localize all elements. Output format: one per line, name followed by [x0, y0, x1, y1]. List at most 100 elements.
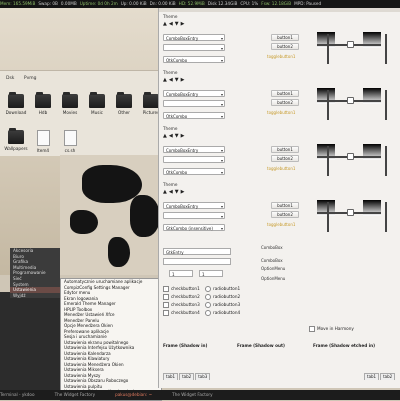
file-icon-item[interactable]: Music	[84, 92, 110, 115]
combo-box[interactable]: ▾	[163, 212, 225, 219]
check-button[interactable]: checkbutton1	[163, 286, 200, 292]
folder-icon	[143, 92, 159, 108]
button-1[interactable]: button1	[271, 34, 299, 41]
check-label: checkbutton2	[171, 294, 200, 299]
file-label: Music	[91, 110, 103, 115]
file-icon-item[interactable]: cs.sh	[57, 130, 83, 153]
combo-text: OtkCombo	[166, 58, 188, 63]
tab-1[interactable]: tab1	[163, 373, 179, 380]
radio-button[interactable]: radiobutton2	[205, 294, 240, 300]
combo-text: GtkCombo (insensitive)	[166, 226, 213, 231]
combobox-label[interactable]: ComboBox	[261, 245, 283, 250]
frame-label: Frame (Shadow in)	[163, 343, 208, 348]
combo-box-entry[interactable]: ComboBoxEntry ▾	[163, 34, 225, 41]
toggle-button[interactable]: togglebutton1	[267, 166, 295, 171]
radio-button[interactable]: radiobutton1	[205, 286, 240, 292]
arrow-icon[interactable]: ▶	[181, 77, 187, 83]
arrow-icon[interactable]: ▶	[181, 21, 187, 27]
optionmenu-2[interactable]: OptionMenu	[261, 276, 285, 281]
theme-section: Theme ▲◀▼▶ ComboBoxEntry ▾ ▾ GtkCombo (insens…	[163, 182, 313, 234]
file-label: Hdb	[38, 110, 48, 115]
spin-button-1[interactable]: 1	[169, 270, 193, 277]
combo-box-entry[interactable]: ComboBoxEntry ▾	[163, 146, 225, 153]
gtk-combo[interactable]: OtkCombo ▾	[163, 112, 225, 119]
window-titlebar[interactable]	[159, 8, 400, 12]
file-icon-item[interactable]: Hdb	[30, 92, 56, 115]
radio-button[interactable]: radiobutton4	[205, 310, 240, 316]
vertical-slider[interactable]	[327, 202, 329, 232]
text-entry[interactable]: GtkEntry	[163, 248, 231, 255]
check-button[interactable]: checkbutton4	[163, 310, 200, 316]
toggle-button[interactable]: togglebutton1	[267, 222, 295, 227]
file-manager: Dsk Pvmg Download Hdb Movies Music Other Pict…	[0, 70, 160, 156]
section-title: Theme	[163, 14, 178, 19]
tab-2[interactable]: tab2	[179, 373, 195, 380]
button-2[interactable]: button2	[271, 155, 299, 162]
breadcrumb-item[interactable]: Pvmg	[24, 76, 37, 81]
arrow-icon[interactable]: ▶	[181, 189, 187, 195]
toggle-button[interactable]: togglebutton1	[267, 110, 295, 115]
slider-knob[interactable]	[347, 41, 354, 48]
button-2[interactable]: button2	[271, 43, 299, 50]
arrow-buttons: ▲◀▼▶	[163, 189, 313, 195]
checkbox-icon	[163, 310, 169, 316]
combo-box-entry[interactable]: ComboBoxEntry ▾	[163, 202, 225, 209]
taskbar-item[interactable]: The Widget Factory	[55, 392, 96, 397]
file-icon-item[interactable]: Item4	[30, 130, 56, 153]
combo-box[interactable]: ▾	[163, 100, 225, 107]
file-icon-item[interactable]: Movies	[57, 92, 83, 115]
combo-box[interactable]: ▾	[163, 156, 225, 163]
combo-text: ComboBoxEntry	[166, 92, 199, 97]
check-button[interactable]: checkbutton3	[163, 302, 200, 308]
vertical-slider[interactable]	[327, 90, 329, 120]
slider-knob[interactable]	[347, 153, 354, 160]
button-1[interactable]: button1	[271, 90, 299, 97]
button-1[interactable]: button1	[271, 202, 299, 209]
gtk-combo[interactable]: OtkCombo ▾	[163, 56, 225, 63]
vertical-slider[interactable]	[327, 146, 329, 176]
tab-1[interactable]: tab1	[364, 373, 380, 380]
radio-button[interactable]: radiobutton3	[205, 302, 240, 308]
combo-box-entry[interactable]: ComboBoxEntry ▾	[163, 90, 225, 97]
file-label: Movies	[62, 110, 78, 115]
button-1[interactable]: button1	[271, 146, 299, 153]
arrow-buttons: ▲◀▼▶	[163, 77, 313, 83]
application-menu: Akcesoria Biuro Grafika Multimedia Programow…	[10, 248, 60, 299]
tab-3[interactable]: tab3	[195, 373, 211, 380]
vertical-slider[interactable]	[385, 202, 387, 232]
combobox-label-2[interactable]: ComboBox	[261, 258, 283, 263]
arrow-icon[interactable]: ▶	[181, 133, 187, 139]
gtk-combo[interactable]: GtkCombo (insensitive) ▾	[163, 224, 225, 231]
slider-knob[interactable]	[347, 97, 354, 104]
taskbar-item[interactable]: Terminal - ykdoo	[0, 392, 35, 397]
vertical-slider[interactable]	[385, 90, 387, 120]
taskbar-item[interactable]: pakus@debian: ~	[115, 392, 152, 397]
button-2[interactable]: button2	[271, 211, 299, 218]
move-in-harmony-check[interactable]: Move in Harmony	[309, 326, 354, 332]
file-icon-item[interactable]: Download	[3, 92, 29, 115]
toggle-button[interactable]: togglebutton1	[267, 54, 295, 59]
combo-box[interactable]: ▾	[163, 44, 225, 51]
gtk-combo[interactable]: OtkCombo ▾	[163, 168, 225, 175]
menu-item[interactable]: Wyjdź	[10, 293, 60, 299]
file-icon-item[interactable]: Wallpapers	[3, 128, 29, 151]
radio-label: radiobutton3	[213, 302, 241, 307]
tab-2[interactable]: tab2	[380, 373, 396, 380]
slider-knob[interactable]	[347, 209, 354, 216]
check-button[interactable]: checkbutton2	[163, 294, 200, 300]
vertical-slider[interactable]	[385, 146, 387, 176]
file-icon-item[interactable]: Other	[111, 92, 137, 115]
optionmenu-1[interactable]: OptionMenu	[261, 266, 285, 271]
folder-icon	[89, 92, 105, 108]
text-entry-2[interactable]	[163, 258, 231, 265]
chevron-down-icon: ▾	[220, 58, 223, 63]
spin-button-2[interactable]: 1	[199, 270, 223, 277]
section-title: Theme	[163, 70, 178, 75]
taskbar-item[interactable]: The Widget Factory	[172, 392, 213, 397]
breadcrumb-item[interactable]: Dsk	[6, 76, 14, 81]
vertical-slider[interactable]	[385, 34, 387, 64]
vertical-slider[interactable]	[327, 34, 329, 64]
button-2[interactable]: button2	[271, 99, 299, 106]
radio-icon	[205, 286, 211, 292]
checkbox-icon	[163, 294, 169, 300]
